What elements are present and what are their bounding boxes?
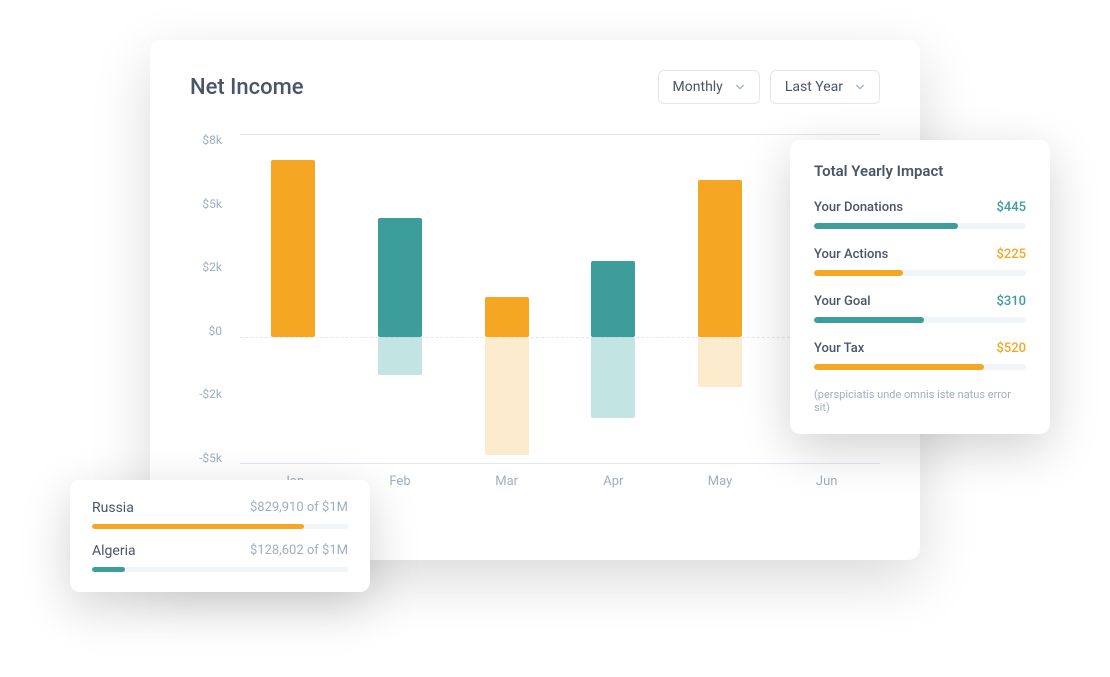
y-tick: $8k: [190, 134, 222, 146]
card-title: Net Income: [190, 75, 304, 100]
bar-positive: [698, 180, 742, 336]
bar-negative: [591, 337, 635, 418]
country-bar-track: [92, 567, 348, 572]
x-tick: Apr: [560, 474, 667, 504]
metric-label: Your Donations: [814, 200, 903, 215]
select-group: Monthly Last Year: [658, 70, 880, 104]
progress-fill: [814, 364, 984, 370]
country-item: Russia $829,910 of $1M: [92, 500, 348, 529]
x-tick: Mar: [453, 474, 560, 504]
impact-metric: Your Goal $310: [814, 294, 1026, 323]
bar-negative: [378, 337, 422, 375]
country-name: Algeria: [92, 543, 136, 559]
metric-value: $445: [996, 200, 1026, 215]
countries-card: Russia $829,910 of $1M Algeria $128,602 of …: [70, 480, 370, 592]
chevron-down-icon: [735, 82, 745, 92]
impact-card: Total Yearly Impact Your Donations$445Yo…: [790, 140, 1050, 434]
metric-label: Your Goal: [814, 294, 871, 309]
country-bar-fill: [92, 567, 125, 572]
metric-value: $310: [996, 294, 1026, 309]
y-tick: -$5k: [190, 452, 222, 464]
progress-track: [814, 364, 1026, 370]
bar-slot: [667, 135, 774, 463]
country-bar-fill: [92, 524, 304, 529]
y-tick: $5k: [190, 198, 222, 210]
metric-label: Your Actions: [814, 247, 888, 262]
y-axis: $8k $5k $2k $0 -$2k -$5k: [190, 134, 230, 464]
card-header: Net Income Monthly Last Year: [190, 70, 880, 104]
progress-fill: [814, 317, 924, 323]
period-select[interactable]: Monthly: [658, 70, 760, 104]
plot-area: [240, 134, 880, 464]
country-value: $829,910 of $1M: [250, 500, 348, 516]
y-tick: -$2k: [190, 388, 222, 400]
progress-fill: [814, 223, 958, 229]
x-tick: May: [667, 474, 774, 504]
progress-track: [814, 270, 1026, 276]
chart-area: $8k $5k $2k $0 -$2k -$5k Jan Feb Mar Apr…: [190, 134, 880, 504]
progress-fill: [814, 270, 903, 276]
impact-note: (perspiciatis unde omnis iste natus erro…: [814, 388, 1026, 414]
x-tick: Jun: [773, 474, 880, 504]
bar-slot: [453, 135, 560, 463]
bar-slot: [240, 135, 347, 463]
range-select-label: Last Year: [785, 79, 843, 95]
metric-value: $520: [996, 341, 1026, 356]
y-tick: $0: [190, 325, 222, 337]
country-item: Algeria $128,602 of $1M: [92, 543, 348, 572]
bar-positive: [485, 297, 529, 337]
metric-label: Your Tax: [814, 341, 864, 356]
bar-positive: [378, 218, 422, 337]
progress-track: [814, 317, 1026, 323]
bar-positive: [591, 261, 635, 337]
progress-track: [814, 223, 1026, 229]
y-tick: $2k: [190, 261, 222, 273]
chevron-down-icon: [855, 82, 865, 92]
period-select-label: Monthly: [673, 79, 723, 95]
bar-positive: [271, 160, 315, 337]
bar-slot: [347, 135, 454, 463]
country-name: Russia: [92, 500, 134, 516]
impact-metric: Your Tax $520: [814, 341, 1026, 370]
bar-slot: [560, 135, 667, 463]
metric-value: $225: [996, 247, 1026, 262]
countries-list: Russia $829,910 of $1M Algeria $128,602 of …: [92, 500, 348, 572]
bar-negative: [485, 337, 529, 456]
country-value: $128,602 of $1M: [250, 543, 348, 559]
impact-metric: Your Actions $225: [814, 247, 1026, 276]
bar-negative: [698, 337, 742, 387]
country-bar-track: [92, 524, 348, 529]
impact-metric: Your Donations $445: [814, 200, 1026, 229]
impact-list: Your Donations $445 Your Actions $225 Your G…: [814, 200, 1026, 370]
impact-title: Total Yearly Impact: [814, 162, 1026, 180]
bars-container: [240, 135, 880, 463]
range-select[interactable]: Last Year: [770, 70, 880, 104]
